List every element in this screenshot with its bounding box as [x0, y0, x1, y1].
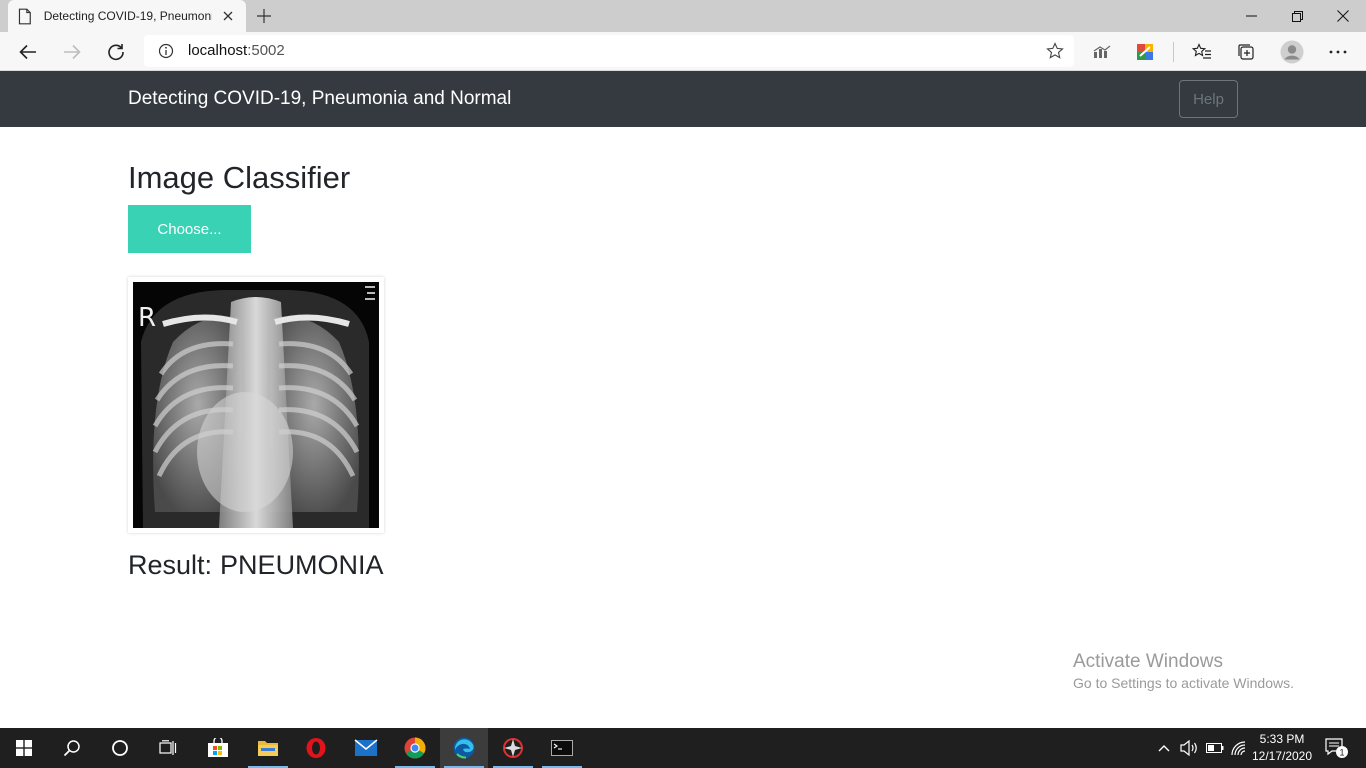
- choose-file-button[interactable]: Choose...: [128, 205, 251, 253]
- forward-icon[interactable]: [56, 36, 88, 68]
- terminal-icon[interactable]: [538, 728, 586, 768]
- profile-avatar-icon[interactable]: [1276, 36, 1308, 68]
- activate-windows-watermark: Activate Windows Go to Settings to activ…: [1073, 651, 1294, 691]
- url-text[interactable]: localhost:5002: [188, 42, 285, 59]
- clock-time: 5:33 PM: [1259, 732, 1305, 746]
- store-icon[interactable]: [194, 728, 242, 768]
- opera-icon[interactable]: [292, 728, 340, 768]
- tab-title: Detecting COVID-19, Pneumonia: [43, 9, 213, 23]
- result-value: PNEUMONIA: [220, 550, 384, 580]
- minimize-icon[interactable]: [1228, 0, 1274, 32]
- navbar-brand[interactable]: Detecting COVID-19, Pneumonia and Normal: [128, 88, 511, 110]
- notification-count: 1: [1339, 748, 1344, 758]
- start-icon[interactable]: [0, 728, 48, 768]
- battery-icon[interactable]: [1204, 728, 1226, 768]
- volume-icon[interactable]: [1178, 728, 1200, 768]
- extension-color-icon[interactable]: [1129, 36, 1161, 68]
- mail-icon[interactable]: [342, 728, 390, 768]
- watermark-line2: Go to Settings to activate Windows.: [1073, 675, 1294, 691]
- windows-taskbar: 5:33 PM 12/17/2020 1: [0, 728, 1366, 768]
- result-text: Result: PNEUMONIA: [128, 550, 384, 581]
- browser-window: Detecting COVID-19, Pneumonia localhost:…: [0, 0, 1366, 768]
- refresh-icon[interactable]: [100, 36, 132, 68]
- browser-tab[interactable]: Detecting COVID-19, Pneumonia: [8, 0, 246, 32]
- browser-toolbar: localhost:5002: [0, 32, 1366, 71]
- toolbar-divider: [1173, 42, 1174, 62]
- url-host: localhost: [188, 42, 248, 59]
- edge-icon[interactable]: [440, 728, 488, 768]
- watermark-line1: Activate Windows: [1073, 651, 1223, 672]
- close-tab-icon[interactable]: [220, 8, 236, 24]
- back-icon[interactable]: [12, 36, 44, 68]
- tab-strip: Detecting COVID-19, Pneumonia: [0, 0, 1366, 32]
- favorite-star-icon[interactable]: [1046, 42, 1064, 60]
- site-navbar: Detecting COVID-19, Pneumonia and Normal…: [0, 71, 1366, 127]
- collections-icon[interactable]: [1230, 36, 1262, 68]
- clock-date: 12/17/2020: [1251, 749, 1313, 763]
- help-button[interactable]: Help: [1179, 80, 1238, 118]
- file-explorer-icon[interactable]: [244, 728, 292, 768]
- new-tab-icon[interactable]: [254, 6, 274, 26]
- task-view-icon[interactable]: [144, 728, 192, 768]
- more-menu-icon[interactable]: [1322, 36, 1354, 68]
- cortana-icon[interactable]: [96, 728, 144, 768]
- system-clock[interactable]: 5:33 PM 12/17/2020: [1244, 731, 1320, 765]
- show-hidden-icons-icon[interactable]: [1156, 728, 1172, 768]
- image-preview: R: [128, 277, 384, 533]
- url-port: :5002: [247, 42, 285, 59]
- page-icon: [18, 8, 31, 24]
- search-icon[interactable]: [48, 728, 96, 768]
- favorites-icon[interactable]: [1186, 36, 1218, 68]
- extension-chart-icon[interactable]: [1086, 36, 1118, 68]
- xray-side-marker: R: [138, 303, 156, 333]
- page-title: Image Classifier: [128, 160, 351, 195]
- info-icon[interactable]: [158, 43, 174, 59]
- restore-icon[interactable]: [1274, 0, 1320, 32]
- xray-image: R: [133, 282, 379, 528]
- address-bar[interactable]: localhost:5002: [144, 35, 1074, 67]
- notification-center-icon[interactable]: 1: [1322, 728, 1352, 768]
- chrome-icon[interactable]: [391, 728, 439, 768]
- app-icon[interactable]: [489, 728, 537, 768]
- close-window-icon[interactable]: [1320, 0, 1366, 32]
- result-label: Result:: [128, 550, 213, 580]
